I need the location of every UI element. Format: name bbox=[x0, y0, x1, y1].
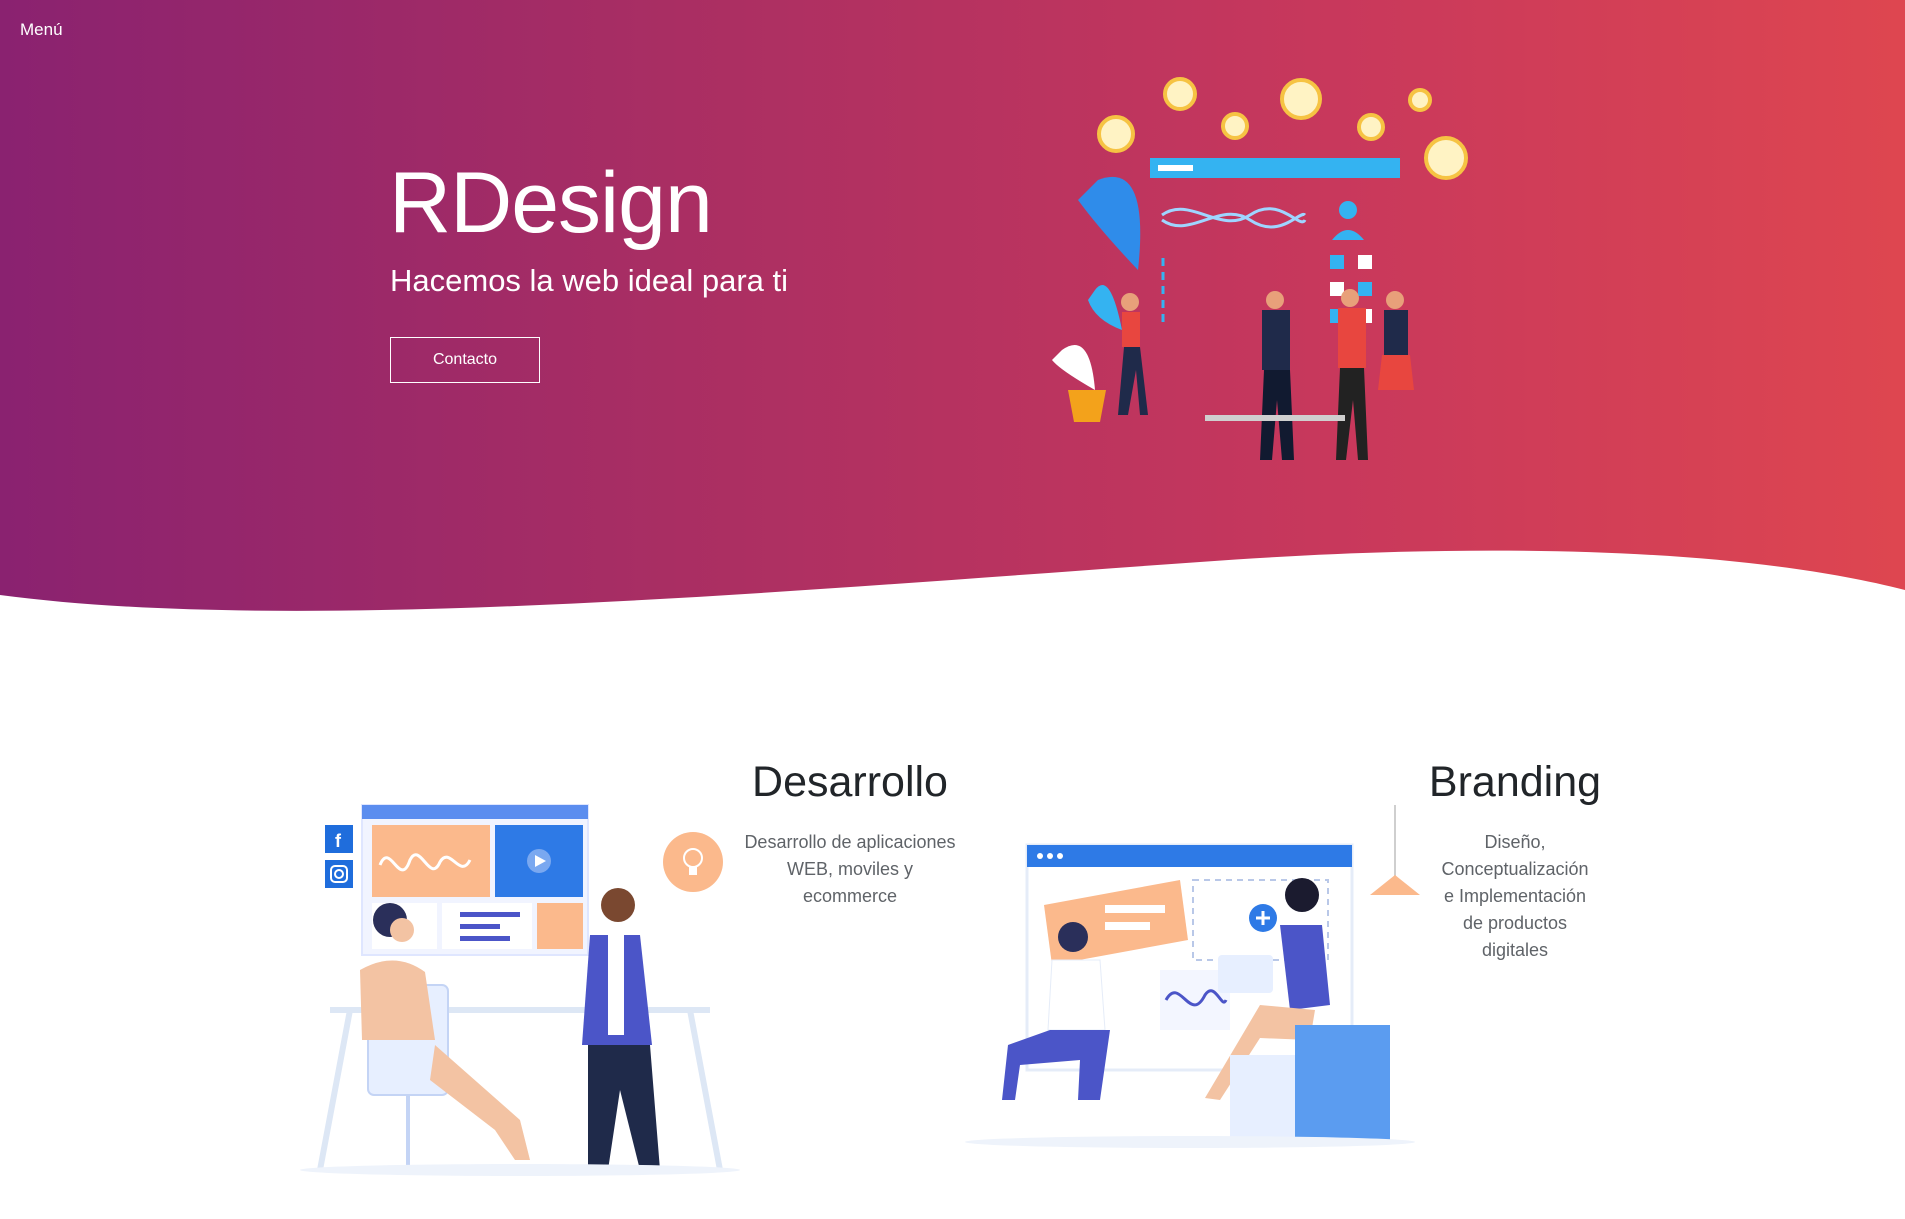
menu-button[interactable]: Menú bbox=[20, 20, 63, 40]
hero-illustration bbox=[1052, 77, 1468, 460]
contact-button[interactable]: Contacto bbox=[390, 337, 540, 383]
hero-wave-divider bbox=[0, 550, 1905, 650]
hero-tagline: Hacemos la web ideal para ti bbox=[390, 263, 789, 298]
hero-section: Menú RDesign Hacemos la web ideal para t… bbox=[0, 0, 1905, 650]
leaf-shape bbox=[1078, 176, 1141, 270]
svg-text:f: f bbox=[335, 831, 342, 851]
service-development: Desarrollo Desarrollo de aplicaciones WE… bbox=[740, 758, 960, 910]
service-branding: Branding Diseño, Conceptualización e Imp… bbox=[1405, 758, 1625, 964]
service-title: Branding bbox=[1428, 758, 1602, 806]
blue-box bbox=[1295, 1025, 1390, 1140]
development-illustration: f bbox=[300, 804, 740, 1176]
floor-line bbox=[1205, 415, 1345, 421]
site-title: RDesign bbox=[389, 155, 713, 251]
service-description: Diseño, Conceptualización e Implementaci… bbox=[1441, 832, 1589, 960]
user-avatar-icon bbox=[1339, 201, 1357, 219]
facebook-icon: f bbox=[325, 825, 353, 853]
service-title: Desarrollo bbox=[752, 758, 948, 806]
lightbulb-icon bbox=[663, 832, 723, 892]
plant-pot bbox=[1068, 390, 1106, 422]
service-description: Desarrollo de aplicaciones WEB, moviles … bbox=[744, 832, 956, 906]
instagram-icon bbox=[325, 860, 353, 888]
branding-illustration bbox=[965, 805, 1420, 1148]
